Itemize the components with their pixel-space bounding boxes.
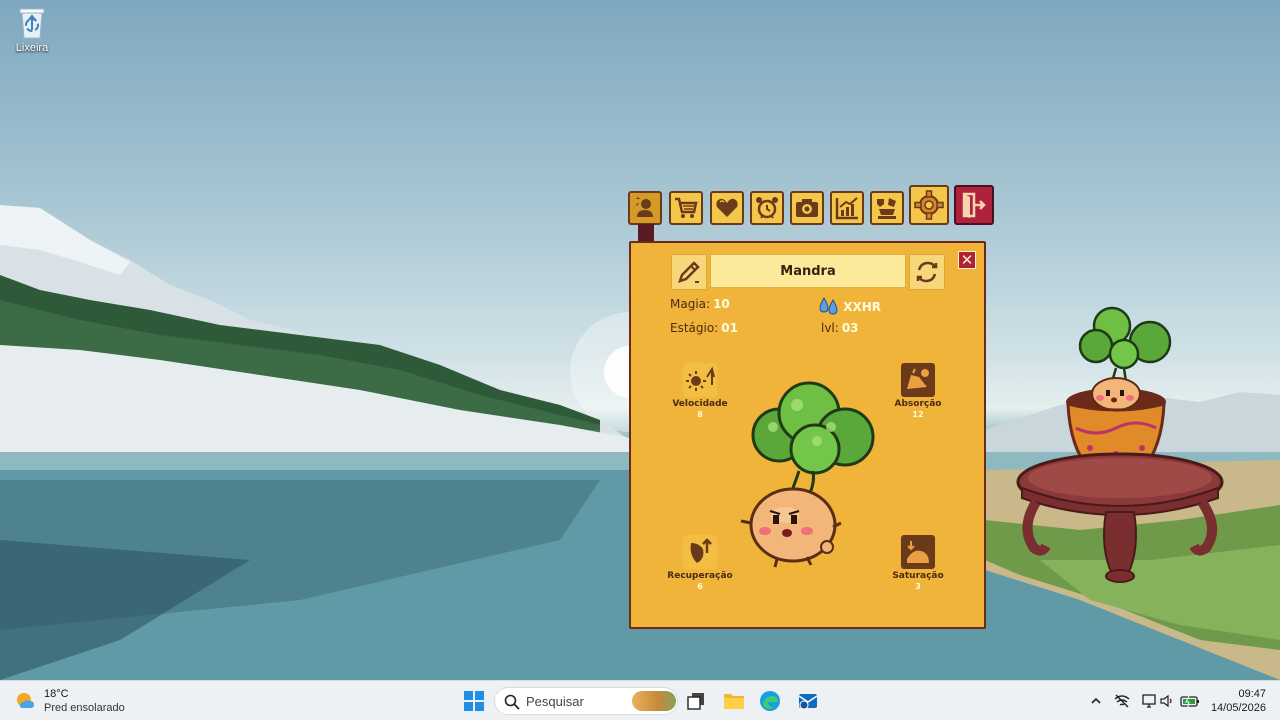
water-drops-icon — [819, 296, 838, 315]
attribute-saturacao: Saturação 3 — [878, 535, 958, 591]
folder-icon — [724, 694, 744, 709]
show-hidden-icons-button[interactable] — [1084, 689, 1108, 713]
attribute-value: 8 — [697, 410, 703, 419]
clock-time: 09:47 — [1238, 688, 1266, 700]
edge-browser-button[interactable] — [758, 689, 782, 713]
desktop-icon-recycle-bin[interactable]: Lixeira — [8, 4, 56, 54]
toolbar-balance-button[interactable] — [870, 191, 904, 225]
attribute-value: 12 — [912, 410, 924, 419]
weather-widget[interactable]: 18°C Pred ensolarado — [14, 687, 125, 715]
magia-label: Magia: — [670, 297, 711, 311]
clock-date: 14/05/2026 — [1210, 702, 1266, 714]
swap-pet-button[interactable] — [909, 254, 945, 290]
magia-value: 10 — [713, 297, 730, 311]
attribute-label: Absorção — [894, 399, 942, 409]
system-clock[interactable]: 09:47 14/05/2026 — [1206, 687, 1266, 715]
water-value: XXHR — [843, 300, 881, 314]
windows-logo-icon — [464, 691, 484, 711]
saturation-icon — [901, 535, 935, 569]
attribute-label: Saturação — [892, 571, 944, 581]
chevron-up-icon — [1091, 697, 1101, 704]
search-icon — [504, 694, 520, 710]
refresh-icon — [916, 261, 938, 283]
exit-door-icon — [962, 192, 986, 218]
task-view-button[interactable] — [684, 689, 708, 713]
task-view-icon — [687, 693, 704, 710]
pet-info-panel: ✕ Mandra Magia: 10 XXHR Estágio: 01 lvl: 03 — [629, 241, 986, 629]
pencil-icon — [678, 261, 700, 283]
network-off-icon — [1114, 694, 1130, 708]
speed-sun-icon — [683, 363, 717, 397]
volume-control[interactable] — [1155, 689, 1179, 713]
attribute-value: 3 — [915, 582, 921, 591]
toolbar-settings-button[interactable] — [909, 185, 949, 225]
level-value: 03 — [841, 321, 859, 335]
alarm-clock-icon — [756, 197, 778, 219]
weather-description: Pred ensolarado — [44, 702, 125, 714]
settings-gear-icon — [914, 190, 944, 220]
active-tab-connector — [638, 224, 654, 242]
panel-close-button[interactable]: ✕ — [958, 251, 976, 269]
heart-care-icon — [716, 198, 738, 217]
toolbar-camera-button[interactable] — [790, 191, 824, 225]
toolbar-alarm-button[interactable] — [750, 191, 784, 225]
close-icon: ✕ — [960, 250, 974, 269]
attribute-absorcao: Absorção 12 — [878, 363, 958, 419]
absorption-icon — [901, 363, 935, 397]
toolbar-exit-button[interactable] — [954, 185, 994, 225]
battery-charging-icon — [1180, 695, 1199, 708]
recycle-bin-icon — [17, 4, 47, 40]
toolbar-stats-button[interactable] — [830, 191, 864, 225]
attribute-recuperacao: Recuperação 6 — [660, 535, 740, 591]
magia-stat: Magia: 10 — [670, 297, 730, 311]
water-stat: XXHR — [819, 296, 881, 315]
file-explorer-button[interactable] — [722, 689, 746, 713]
mandrake-pet-sprite[interactable] — [737, 375, 881, 571]
start-button[interactable] — [462, 689, 486, 713]
speaker-icon — [1160, 694, 1172, 708]
partly-sunny-icon — [17, 693, 34, 708]
estagio-label: Estágio: — [670, 321, 719, 335]
edge-icon — [760, 691, 780, 711]
level-stat: lvl: 03 — [821, 321, 859, 335]
attribute-label: Velocidade — [672, 399, 728, 409]
pet-profile-icon — [636, 197, 653, 217]
estagio-stat: Estágio: 01 — [670, 321, 738, 335]
level-label: lvl: — [821, 321, 839, 335]
shop-cart-icon — [675, 197, 698, 218]
network-status[interactable] — [1110, 689, 1134, 713]
taskbar: 18°C Pred ensolarado Pesquisar 09:47 14/… — [0, 680, 1280, 720]
attribute-label: Recuperação — [667, 571, 733, 581]
pet-name-field: Mandra — [710, 254, 906, 288]
attribute-value: 6 — [697, 582, 703, 591]
toolbar-shop-button[interactable] — [669, 191, 703, 225]
search-highlight-image — [632, 691, 676, 711]
toolbar-care-button[interactable] — [710, 191, 744, 225]
taskbar-search[interactable]: Pesquisar — [494, 687, 678, 715]
weather-temperature: 18°C — [44, 688, 69, 700]
outlook-button[interactable] — [796, 689, 820, 713]
search-placeholder: Pesquisar — [526, 694, 584, 709]
rename-button[interactable] — [671, 254, 707, 290]
mail-app-icon — [798, 694, 818, 710]
balance-icon — [877, 198, 896, 219]
recovery-icon — [683, 535, 717, 569]
desktop-pet-on-table[interactable] — [1012, 298, 1230, 588]
pet-name: Mandra — [780, 263, 836, 279]
estagio-value: 01 — [721, 321, 738, 335]
attribute-velocidade: Velocidade 8 — [660, 363, 740, 419]
camera-icon — [796, 199, 818, 217]
stats-chart-icon — [835, 197, 858, 220]
battery-status[interactable] — [1178, 689, 1202, 713]
toolbar-pet-button[interactable] — [628, 191, 662, 225]
desktop-icon-label: Lixeira — [15, 42, 49, 54]
